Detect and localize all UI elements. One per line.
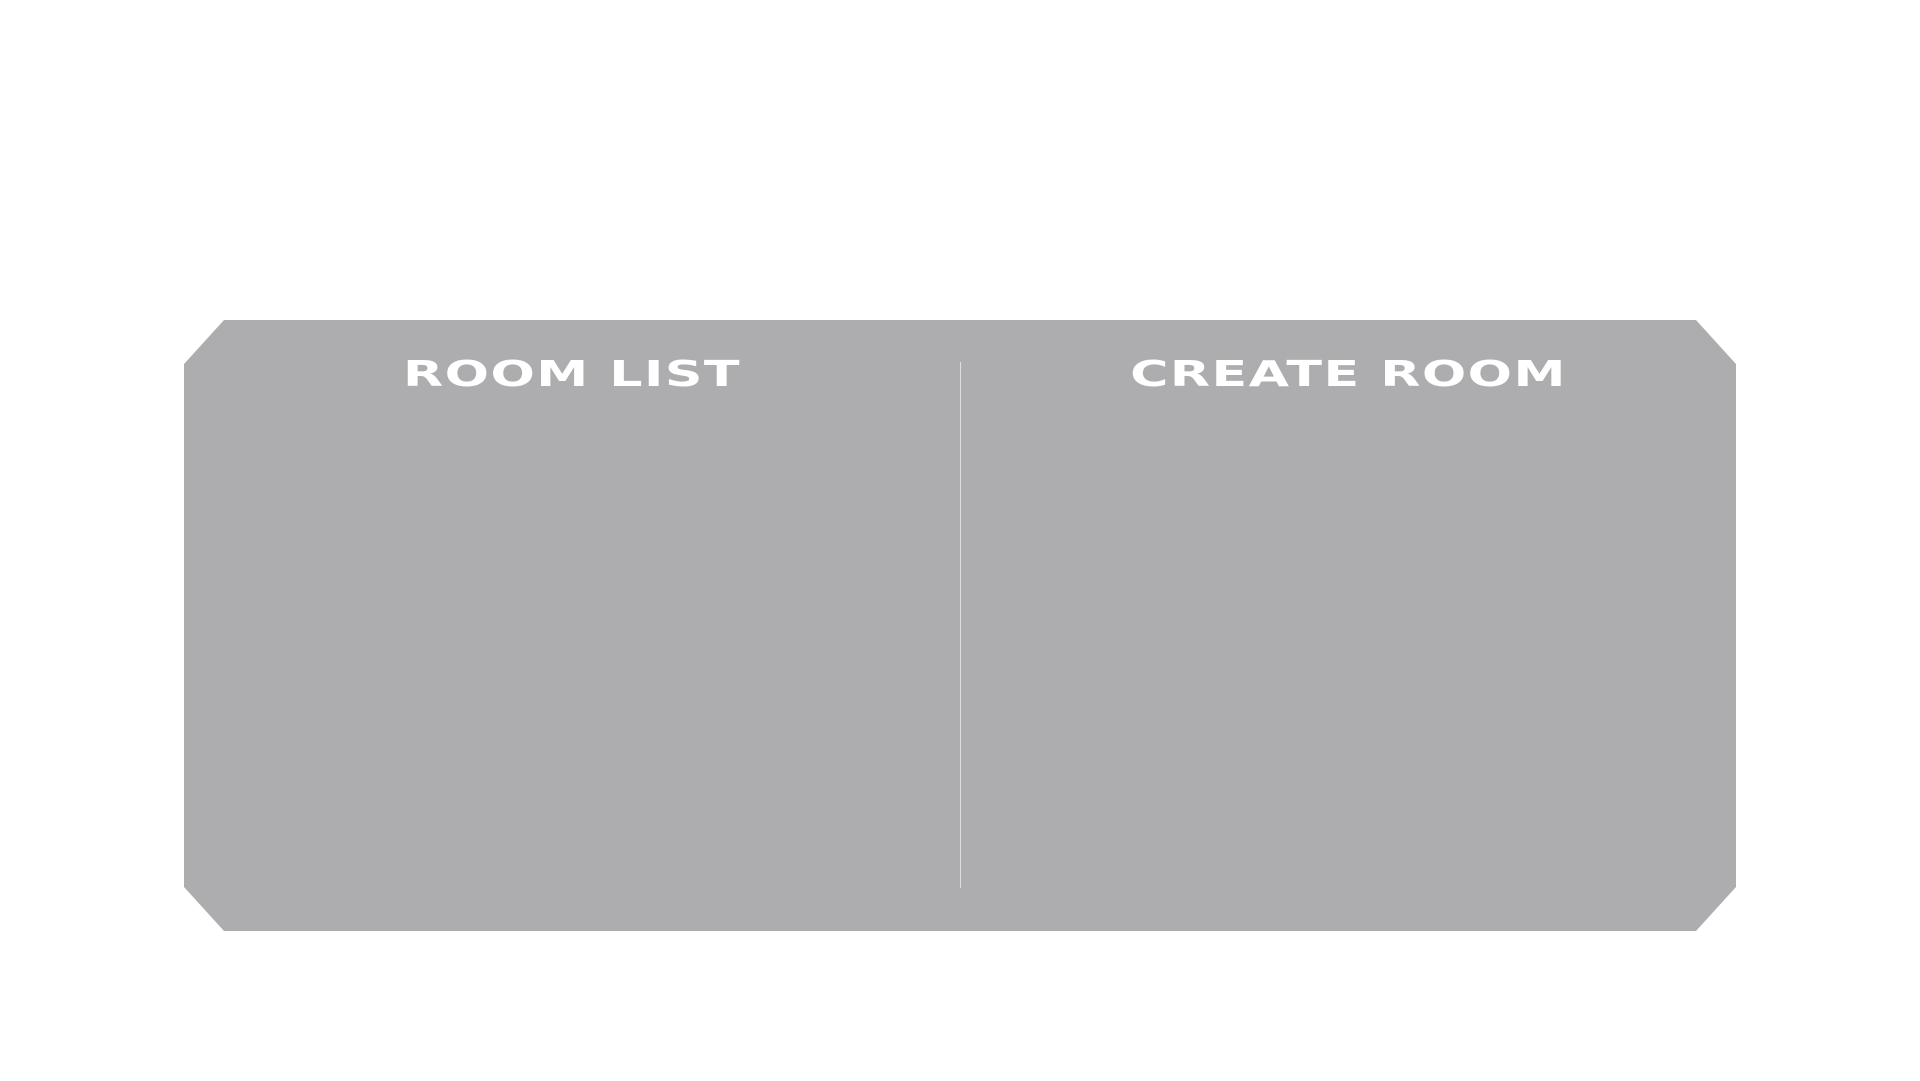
create-room-title: CREATE ROOM	[1130, 354, 1567, 395]
create-room-section: CREATE ROOM	[961, 320, 1736, 931]
lobby-panel: ROOM LIST CREATE ROOM	[184, 320, 1736, 931]
lobby-screen: ROOM LIST CREATE ROOM	[0, 0, 1920, 1081]
room-list-section: ROOM LIST	[184, 320, 960, 931]
